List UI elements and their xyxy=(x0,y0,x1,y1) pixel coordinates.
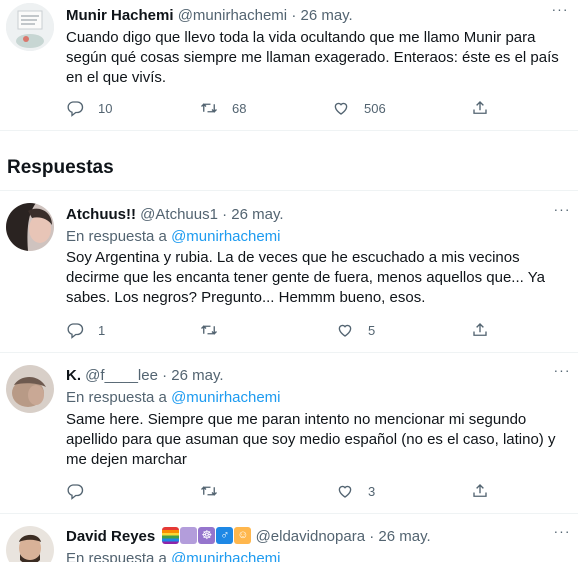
retweet-button[interactable]: 68 xyxy=(200,98,246,118)
like-button[interactable]: 3 xyxy=(336,481,375,501)
author-name[interactable]: Munir Hachemi xyxy=(66,7,174,24)
tweet-header: Atchuus!! @Atchuus1 · 26 may. xyxy=(66,205,284,225)
retweet-icon xyxy=(201,486,217,496)
reply-icon xyxy=(67,484,84,500)
tweet-date[interactable]: 26 may. xyxy=(231,206,283,223)
reply-count: 10 xyxy=(98,100,113,116)
reply-button[interactable]: 10 xyxy=(66,98,112,118)
tweet-actions: 10 68 506 xyxy=(66,98,570,118)
baby-icon: ☺ xyxy=(234,527,252,544)
tweet-date[interactable]: 26 may. xyxy=(300,7,352,24)
share-icon xyxy=(473,484,487,497)
author-handle[interactable]: @f____lee xyxy=(85,367,158,384)
tweet-actions: 1 5 xyxy=(66,320,570,340)
separator-dot: · xyxy=(369,528,375,545)
author-name[interactable]: K. xyxy=(66,367,81,384)
tweet-header: K. @f____lee · 26 may. xyxy=(66,366,224,386)
reply-button[interactable] xyxy=(66,481,98,501)
tweet-text: Same here. Siempre que me paran intento … xyxy=(66,411,556,468)
reply-tweet[interactable]: Atchuus!! @Atchuus1 · 26 may. ··· En res… xyxy=(0,191,578,352)
reply-context: En respuesta a @munirhachemi xyxy=(66,549,281,562)
main-tweet[interactable]: Munir Hachemi @munirhachemi · 26 may. ··… xyxy=(0,0,578,130)
retweet-count: 68 xyxy=(232,100,247,116)
purple-square-icon xyxy=(180,527,198,544)
like-count: 5 xyxy=(368,322,376,338)
tweet-header: Munir Hachemi @munirhachemi · 26 may. xyxy=(66,6,353,26)
reply-icon xyxy=(67,323,84,339)
like-button[interactable]: 506 xyxy=(332,98,386,118)
reply-tweet[interactable]: David Reyes ☸ ♂ ☺ @eldavidnopara · 26 ma… xyxy=(0,514,578,562)
more-icon[interactable]: ··· xyxy=(552,202,572,224)
author-handle[interactable]: @Atchuus1 xyxy=(140,206,218,223)
retweet-button[interactable] xyxy=(200,320,232,340)
rainbow-flag-icon xyxy=(162,527,180,544)
reply-prefix: En respuesta a xyxy=(66,228,172,245)
section-title: Respuestas xyxy=(7,157,114,178)
like-icon xyxy=(338,485,352,498)
reply-mention-link[interactable]: @munirhachemi xyxy=(171,389,280,406)
author-name[interactable]: Atchuus!! xyxy=(66,206,136,223)
like-icon xyxy=(338,324,352,337)
reply-button[interactable]: 1 xyxy=(66,320,105,340)
reply-context: En respuesta a @munirhachemi xyxy=(66,227,281,247)
more-icon[interactable]: ··· xyxy=(552,363,572,385)
tweet-text: Cuando digo que llevo toda la vida ocult… xyxy=(66,29,559,86)
retweet-button[interactable] xyxy=(200,481,232,501)
author-name[interactable]: David Reyes xyxy=(66,528,155,545)
avatar[interactable] xyxy=(6,365,54,413)
reply-icon xyxy=(67,101,84,117)
divider xyxy=(0,130,578,131)
share-button[interactable] xyxy=(471,320,489,340)
like-icon xyxy=(334,102,348,115)
male-sign-icon: ♂ xyxy=(216,527,234,544)
share-button[interactable] xyxy=(471,481,489,501)
tweet-text: Soy Argentina y rubia. La de veces que h… xyxy=(66,249,545,306)
tweet-date[interactable]: 26 may. xyxy=(378,528,430,545)
like-count: 3 xyxy=(368,483,376,499)
avatar[interactable] xyxy=(6,3,54,51)
retweet-icon xyxy=(201,325,217,335)
reply-mention-link[interactable]: @munirhachemi xyxy=(171,550,280,562)
separator-dot: · xyxy=(222,206,228,223)
reply-context: En respuesta a @munirhachemi xyxy=(66,388,281,408)
share-icon xyxy=(473,101,487,114)
tweet-header: David Reyes ☸ ♂ ☺ @eldavidnopara · 26 ma… xyxy=(66,527,431,547)
share-icon xyxy=(473,323,487,336)
reply-prefix: En respuesta a xyxy=(66,550,172,562)
reply-prefix: En respuesta a xyxy=(66,389,172,406)
tweet-date[interactable]: 26 may. xyxy=(171,367,223,384)
name-emoji-group: ☸ ♂ ☺ xyxy=(162,527,252,544)
like-button[interactable]: 5 xyxy=(336,320,375,340)
avatar[interactable] xyxy=(6,203,54,251)
reply-tweet[interactable]: K. @f____lee · 26 may. ··· En respuesta … xyxy=(0,353,578,513)
reply-count: 1 xyxy=(98,322,106,338)
like-count: 506 xyxy=(364,100,386,116)
separator-dot: · xyxy=(291,7,297,24)
retweet-icon xyxy=(201,103,217,113)
tweet-actions: 3 xyxy=(66,481,570,501)
more-icon[interactable]: ··· xyxy=(550,2,570,24)
separator-dot: · xyxy=(162,367,168,384)
share-button[interactable] xyxy=(471,98,489,118)
avatar[interactable] xyxy=(6,526,54,562)
more-icon[interactable]: ··· xyxy=(552,524,572,546)
author-handle[interactable]: @eldavidnopara xyxy=(256,528,365,545)
reply-mention-link[interactable]: @munirhachemi xyxy=(171,228,280,245)
author-handle[interactable]: @munirhachemi xyxy=(178,7,287,24)
dharma-wheel-icon: ☸ xyxy=(198,527,216,544)
